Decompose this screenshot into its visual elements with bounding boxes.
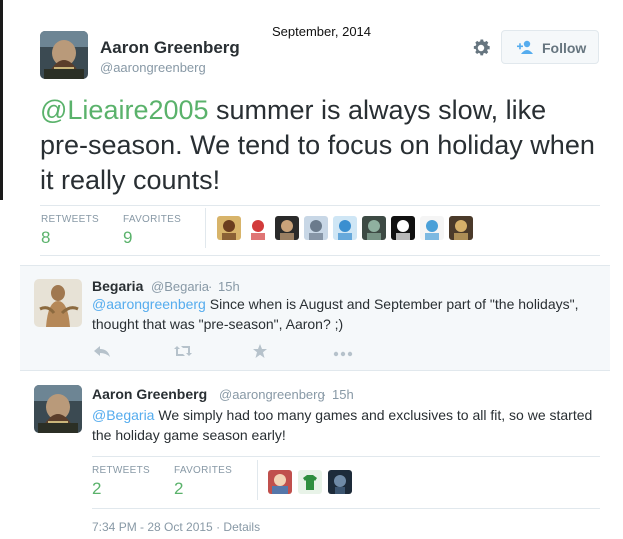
- left-edge-bar: [0, 0, 3, 200]
- separator: ·: [322, 387, 327, 402]
- retweets-count[interactable]: 8: [41, 228, 50, 248]
- separator: ·: [208, 279, 213, 294]
- favoriter-avatar[interactable]: [275, 216, 299, 240]
- more-icon[interactable]: [333, 346, 353, 362]
- favorites-count[interactable]: 2: [174, 479, 183, 499]
- star-icon[interactable]: [252, 343, 272, 359]
- avatar[interactable]: [34, 279, 82, 327]
- favoriter-avatar[interactable]: [449, 216, 473, 240]
- favoriter-avatar[interactable]: [333, 216, 357, 240]
- favoriter-avatar[interactable]: [304, 216, 328, 240]
- reply-body: We simply had too many games and exclusi…: [92, 407, 593, 443]
- timestamp[interactable]: 7:34 PM - 28 Oct 2015: [92, 520, 213, 534]
- mention-link[interactable]: @Lieaire2005: [40, 95, 209, 125]
- reply-icon[interactable]: [93, 344, 113, 360]
- retweets-count[interactable]: 2: [92, 479, 101, 499]
- favoriter-avatar[interactable]: [328, 470, 352, 494]
- mention-link[interactable]: @aarongreenberg: [92, 296, 206, 312]
- follow-label: Follow: [542, 40, 587, 56]
- divider: [40, 255, 600, 256]
- stats-divider: [205, 208, 206, 248]
- divider: [92, 456, 600, 457]
- author-name[interactable]: Begaria: [92, 278, 143, 294]
- favorites-label: FAVORITES: [174, 465, 233, 476]
- author-handle[interactable]: @Begaria: [151, 279, 209, 294]
- retweets-label: RETWEETS: [41, 214, 99, 225]
- favoriter-avatar[interactable]: [217, 216, 241, 240]
- favoriter-avatar[interactable]: [298, 470, 322, 494]
- reply-text: @Begaria We simply had too many games an…: [92, 405, 597, 445]
- timestamp[interactable]: 15h: [218, 279, 240, 294]
- reply-text: @aarongreenberg Since when is August and…: [92, 294, 602, 334]
- divider: [92, 508, 600, 509]
- favoriter-avatar[interactable]: [246, 216, 270, 240]
- date-annotation: September, 2014: [272, 24, 372, 39]
- favorites-label: FAVORITES: [123, 214, 182, 225]
- tweet-text: @Lieaire2005 summer is always slow, like…: [40, 93, 600, 198]
- separator: ·: [216, 520, 221, 534]
- author-name[interactable]: Aaron Greenberg: [92, 386, 207, 402]
- author-name[interactable]: Aaron Greenberg: [100, 38, 240, 58]
- divider: [40, 205, 600, 206]
- favoriter-avatar[interactable]: [268, 470, 292, 494]
- follow-button[interactable]: Follow: [501, 30, 599, 64]
- mention-link[interactable]: @Begaria: [92, 407, 154, 423]
- author-handle[interactable]: @aarongreenberg: [219, 387, 325, 402]
- favoriter-avatar[interactable]: [362, 216, 386, 240]
- timestamp[interactable]: 15h: [332, 387, 354, 402]
- avatar[interactable]: [34, 385, 82, 433]
- favorites-count[interactable]: 9: [123, 228, 132, 248]
- author-handle[interactable]: @aarongreenberg: [100, 60, 206, 75]
- gear-icon[interactable]: [470, 37, 492, 59]
- retweets-label: RETWEETS: [92, 465, 150, 476]
- add-user-icon: [516, 40, 534, 54]
- retweet-icon[interactable]: [173, 344, 193, 360]
- favoriter-avatar[interactable]: [391, 216, 415, 240]
- details-link[interactable]: Details: [223, 520, 260, 534]
- stats-divider: [257, 460, 258, 500]
- avatar[interactable]: [40, 31, 88, 79]
- favoriter-avatar[interactable]: [420, 216, 444, 240]
- reply-tweet[interactable]: Begaria @Begaria · 15h @aarongreenberg S…: [20, 265, 610, 371]
- tweet-meta: 7:34 PM - 28 Oct 2015 · Details: [92, 520, 260, 534]
